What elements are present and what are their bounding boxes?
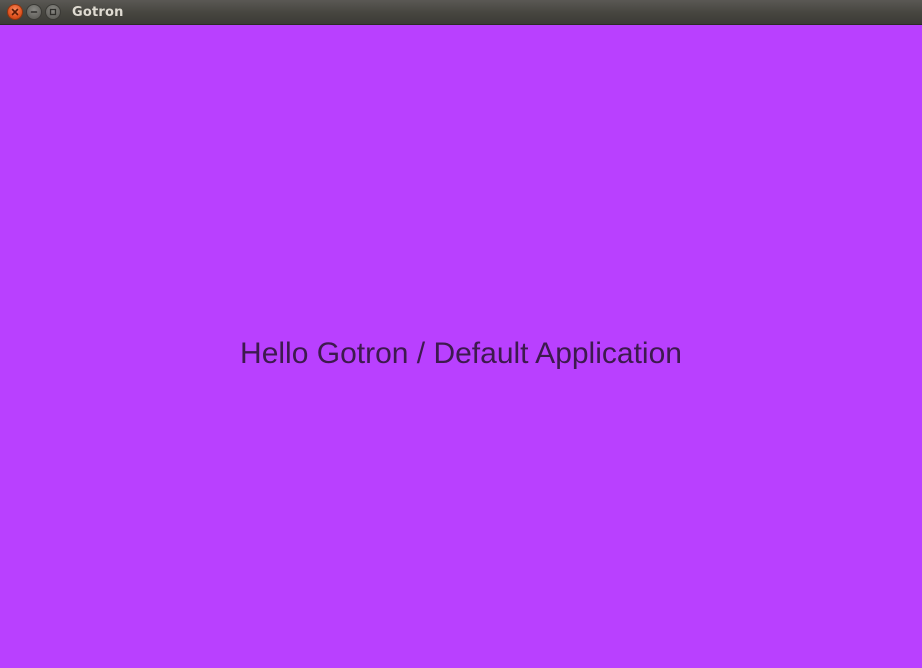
app-window: Gotron Hello Gotron / Default Applicatio…: [0, 0, 922, 668]
minimize-icon: [30, 8, 38, 16]
window-controls: [7, 4, 61, 20]
app-content: Hello Gotron / Default Application: [0, 25, 922, 668]
close-button[interactable]: [7, 4, 23, 20]
maximize-icon: [49, 8, 57, 16]
title-bar[interactable]: Gotron: [0, 0, 922, 25]
maximize-button[interactable]: [45, 4, 61, 20]
window-title: Gotron: [72, 4, 124, 21]
minimize-button[interactable]: [26, 4, 42, 20]
close-icon: [11, 8, 19, 16]
hello-message: Hello Gotron / Default Application: [0, 334, 922, 374]
